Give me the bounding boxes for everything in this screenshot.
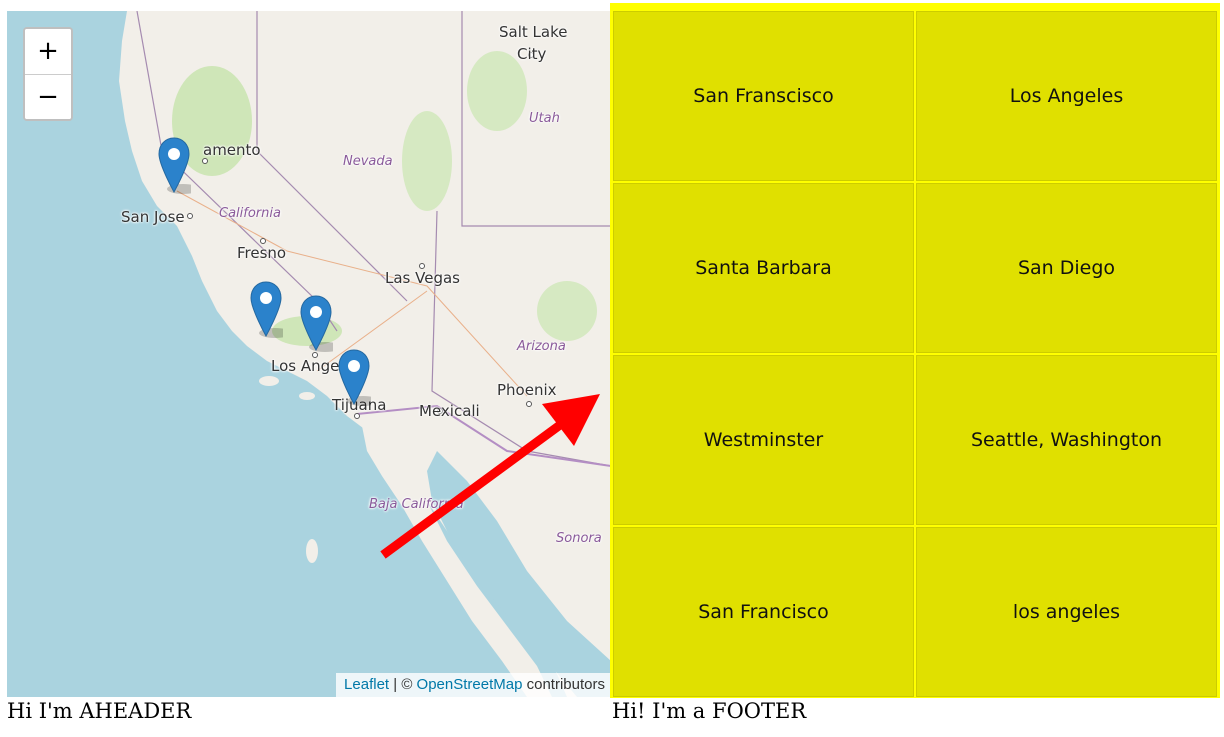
map-marker-icon[interactable] [299, 295, 333, 353]
island [259, 376, 279, 386]
city-cell[interactable]: Los Angeles [916, 11, 1217, 181]
city-label-san-jose: San Jose [121, 208, 185, 226]
attribution-separator: | © [389, 676, 417, 693]
state-label-utah: Utah [529, 111, 560, 126]
zoom-control: + − [23, 27, 73, 121]
city-label-las-vegas: Las Vegas [385, 269, 460, 287]
zoom-in-button[interactable]: + [25, 29, 71, 74]
state-label-arizona: Arizona [517, 339, 566, 354]
map[interactable]: Salt Lake City amento San Jose Fresno La… [7, 11, 611, 697]
cities-grid-container: San Franscisco Los Angeles Santa Barbara… [610, 3, 1220, 698]
map-tiles[interactable] [7, 11, 611, 697]
leaflet-link[interactable]: Leaflet [344, 676, 389, 693]
city-cell[interactable]: San Diego [916, 183, 1217, 353]
zoom-out-button[interactable]: − [25, 74, 71, 119]
city-label-salt-lake: Salt Lake [499, 23, 568, 41]
city-label-fresno: Fresno [237, 244, 287, 262]
map-attribution: Leaflet | © OpenStreetMap contributors [336, 673, 611, 697]
state-label-baja-california: Baja California [369, 497, 464, 512]
city-cell[interactable]: Seattle, Washington [916, 355, 1217, 525]
state-label-nevada: Nevada [343, 154, 393, 169]
island [306, 539, 318, 563]
state-label-sonora: Sonora [556, 531, 602, 546]
map-marker-icon[interactable] [157, 137, 191, 195]
city-label-salt-lake-city: City [517, 45, 547, 63]
map-marker-icon[interactable] [337, 349, 371, 407]
cities-grid: San Franscisco Los Angeles Santa Barbara… [613, 11, 1217, 697]
city-label-phoenix: Phoenix [497, 381, 557, 399]
city-label-mexicali: Mexicali [419, 402, 480, 420]
footer-text: Hi! I'm a FOOTER [612, 699, 807, 723]
state-label-california: California [219, 206, 281, 221]
forest-area [467, 51, 527, 131]
forest-area [537, 281, 597, 341]
city-cell[interactable]: San Franscisco [613, 11, 914, 181]
city-label-sacramento: amento [203, 141, 261, 159]
forest-area [402, 111, 452, 211]
header-text: Hi I'm AHEADER [7, 699, 192, 723]
island [299, 392, 315, 400]
city-cell[interactable]: los angeles [916, 527, 1217, 697]
city-cell[interactable]: Santa Barbara [613, 183, 914, 353]
attribution-suffix: contributors [522, 676, 605, 693]
city-cell[interactable]: San Francisco [613, 527, 914, 697]
openstreetmap-link[interactable]: OpenStreetMap [417, 676, 523, 693]
city-cell[interactable]: Westminster [613, 355, 914, 525]
city-label-los-angeles: Los Ange [271, 357, 340, 375]
map-marker-icon[interactable] [249, 281, 283, 339]
